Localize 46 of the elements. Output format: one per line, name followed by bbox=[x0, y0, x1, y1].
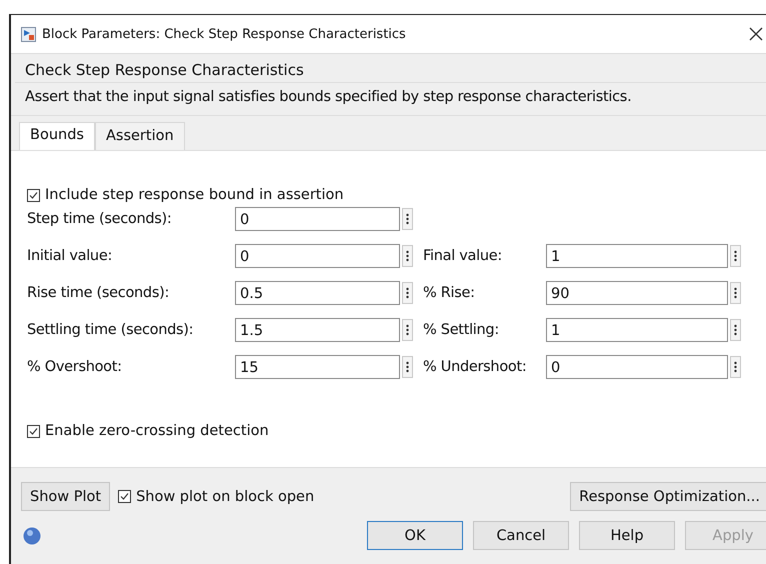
tab[interactable]: Assertion bbox=[94, 122, 185, 150]
window-title: Block Parameters: Check Step Response Characteristics bbox=[42, 26, 407, 42]
input-field[interactable]: 15 bbox=[235, 355, 400, 379]
input-field[interactable]: 1.5 bbox=[235, 318, 400, 342]
more-options-icon[interactable] bbox=[730, 282, 741, 304]
response-optimization-button[interactable]: Response Optimization... bbox=[570, 482, 766, 511]
input-field[interactable]: 1 bbox=[546, 318, 728, 342]
field-label: % Overshoot: bbox=[27, 359, 123, 375]
more-options-icon[interactable] bbox=[402, 319, 413, 341]
more-options-icon[interactable] bbox=[402, 245, 413, 267]
more-options-icon[interactable] bbox=[402, 356, 413, 378]
show-plot-button[interactable]: Show Plot bbox=[21, 482, 110, 511]
checkbox[interactable] bbox=[27, 424, 40, 438]
block-name: Check Step Response Characteristics bbox=[25, 60, 305, 81]
input-field[interactable]: 90 bbox=[546, 281, 728, 305]
input-field[interactable]: 0.5 bbox=[235, 281, 400, 305]
dialog-button[interactable]: Help bbox=[579, 521, 675, 550]
field-label: Settling time (seconds): bbox=[27, 322, 194, 338]
field-label: Final value: bbox=[422, 248, 503, 264]
input-field[interactable]: 1 bbox=[546, 244, 728, 268]
more-options-icon[interactable] bbox=[402, 282, 413, 304]
checkbox-label: Include step response bound in assertion bbox=[45, 187, 344, 203]
input-field[interactable]: 0 bbox=[546, 355, 728, 379]
field-label: % Undershoot: bbox=[422, 359, 528, 375]
input-field[interactable]: 0 bbox=[235, 244, 400, 268]
dialog-button[interactable]: Cancel bbox=[473, 521, 569, 550]
more-options-icon[interactable] bbox=[730, 356, 741, 378]
dialog-button[interactable]: OK bbox=[367, 521, 463, 550]
checkbox-label: Enable zero-crossing detection bbox=[45, 423, 269, 439]
field-label: Initial value: bbox=[27, 248, 114, 264]
checkbox-label: Show plot on block open bbox=[136, 488, 314, 504]
help-icon bbox=[23, 526, 41, 544]
more-options-icon[interactable] bbox=[730, 245, 741, 267]
input-field[interactable]: 0 bbox=[235, 207, 400, 231]
field-label: % Rise: bbox=[422, 285, 476, 301]
field-label: % Settling: bbox=[422, 322, 500, 338]
tab[interactable]: Bounds bbox=[19, 122, 95, 150]
app-icon bbox=[21, 26, 36, 42]
checkbox[interactable] bbox=[118, 490, 132, 503]
more-options-icon[interactable] bbox=[402, 208, 413, 230]
description-text: Assert that the input signal satisfies bounds specified by step response characteristics. bbox=[15, 82, 766, 115]
field-label: Step time (seconds): bbox=[27, 211, 172, 227]
checkbox[interactable] bbox=[27, 188, 40, 202]
more-options-icon[interactable] bbox=[730, 319, 741, 341]
field-label: Rise time (seconds): bbox=[27, 285, 170, 301]
close-icon[interactable] bbox=[749, 27, 763, 41]
